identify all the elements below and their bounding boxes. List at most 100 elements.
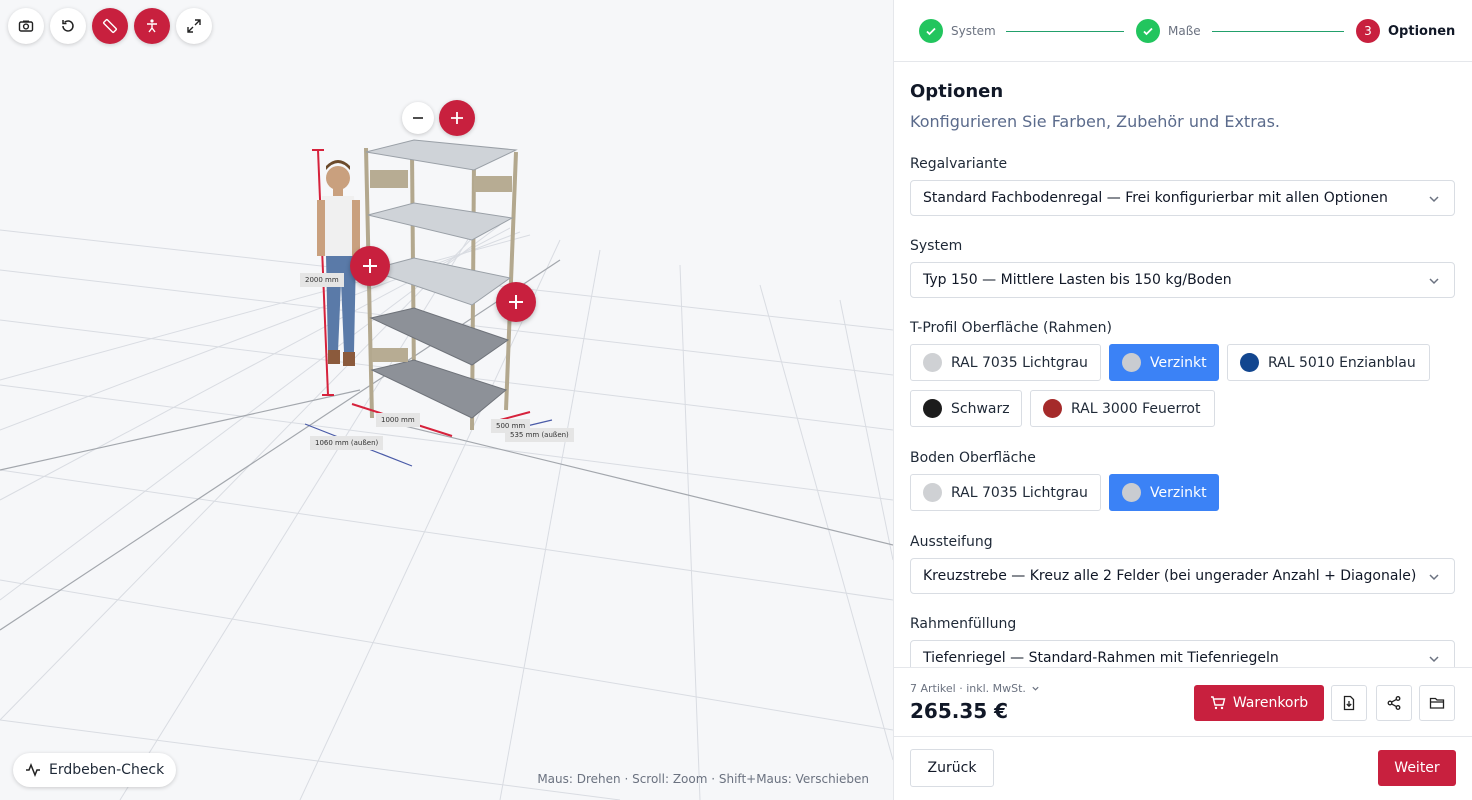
frame-surface-label: T-Profil Oberfläche (Rahmen) bbox=[910, 320, 1112, 336]
color-swatch bbox=[1240, 353, 1259, 372]
add-section-right-button[interactable] bbox=[496, 282, 536, 322]
reset-view-button[interactable] bbox=[50, 8, 86, 44]
next-button[interactable]: Weiter bbox=[1378, 750, 1456, 786]
color-swatch bbox=[923, 399, 942, 418]
file-download-icon bbox=[1343, 695, 1355, 711]
articles-toggle[interactable]: 7 Artikel · inkl. MwSt. bbox=[910, 682, 1040, 695]
variant-label: Regalvariante bbox=[910, 156, 1008, 172]
step-connector bbox=[1212, 31, 1344, 32]
frame-fill-label: Rahmenfüllung bbox=[910, 616, 1017, 632]
share-icon bbox=[1387, 696, 1401, 710]
activity-icon bbox=[26, 762, 40, 778]
stepper: System Maße 3 Optionen bbox=[894, 0, 1472, 62]
minus-icon bbox=[413, 117, 423, 119]
frame-color-ral7035[interactable]: RAL 7035 Lichtgrau bbox=[910, 344, 1101, 381]
step-connector bbox=[1006, 31, 1124, 32]
step-number: 3 bbox=[1356, 19, 1380, 43]
reset-icon bbox=[62, 20, 74, 32]
ruler-icon bbox=[102, 18, 118, 34]
height-label: 2000 mm bbox=[300, 273, 344, 287]
section-title: Optionen bbox=[910, 81, 1004, 102]
bracing-label: Aussteifung bbox=[910, 534, 993, 550]
shelf-color-verzinkt[interactable]: Verzinkt bbox=[1109, 474, 1219, 511]
section-subtitle: Konfigurieren Sie Farben, Zubehör und Ex… bbox=[910, 112, 1280, 131]
person-toggle-button[interactable] bbox=[134, 8, 170, 44]
configurator-panel: System Maße 3 Optionen Optionen Konfigur… bbox=[893, 0, 1472, 800]
variant-value: Standard Fachbodenregal — Frei konfiguri… bbox=[923, 190, 1388, 206]
floor-grid bbox=[0, 219, 893, 800]
fullscreen-icon bbox=[187, 19, 201, 33]
controls-hint: Maus: Drehen · Scroll: Zoom · Shift+Maus… bbox=[537, 772, 869, 786]
color-swatch bbox=[1122, 483, 1141, 502]
step-label: Maße bbox=[1168, 24, 1201, 38]
chevron-down-icon bbox=[1429, 656, 1439, 663]
chip-label: RAL 5010 Enzianblau bbox=[1268, 354, 1416, 371]
earthquake-check-button[interactable]: Erdbeben-Check bbox=[13, 753, 177, 787]
chip-label: RAL 7035 Lichtgrau bbox=[951, 484, 1088, 501]
back-button[interactable]: Zurück bbox=[910, 749, 994, 787]
share-button[interactable] bbox=[1376, 685, 1412, 721]
chevron-down-icon bbox=[1429, 574, 1439, 581]
outer-depth-label: 535 mm (außen) bbox=[505, 428, 574, 442]
system-select[interactable]: Typ 150 — Mittlere Lasten bis 150 kg/Bod… bbox=[910, 262, 1455, 298]
articles-summary: 7 Artikel · inkl. MwSt. bbox=[910, 682, 1026, 695]
chip-label: Verzinkt bbox=[1150, 484, 1207, 501]
outer-width-label: 1060 mm (außen) bbox=[310, 436, 384, 450]
plus-icon bbox=[363, 259, 377, 273]
check-icon bbox=[1136, 19, 1160, 43]
add-row-button[interactable] bbox=[439, 100, 475, 136]
color-swatch bbox=[1122, 353, 1141, 372]
shelf-surface-label: Boden Oberfläche bbox=[910, 450, 1036, 466]
color-swatch bbox=[923, 353, 942, 372]
shelf-color-ral7035[interactable]: RAL 7035 Lichtgrau bbox=[910, 474, 1101, 511]
add-to-cart-button[interactable]: Warenkorb bbox=[1194, 685, 1324, 721]
3d-viewport[interactable]: 2000 mm 1000 mm 1060 mm (außen) 500 mm 5… bbox=[0, 0, 893, 800]
frame-color-ral3000[interactable]: RAL 3000 Feuerrot bbox=[1030, 390, 1215, 427]
bracing-value: Kreuzstrebe — Kreuz alle 2 Felder (bei u… bbox=[923, 568, 1417, 584]
system-value: Typ 150 — Mittlere Lasten bis 150 kg/Bod… bbox=[923, 272, 1232, 288]
shelving-unit-3d bbox=[364, 139, 518, 431]
step-label: Optionen bbox=[1388, 23, 1456, 39]
system-label: System bbox=[910, 238, 963, 254]
chip-label: RAL 3000 Feuerrot bbox=[1071, 400, 1201, 417]
fullscreen-button[interactable] bbox=[176, 8, 212, 44]
check-icon bbox=[919, 19, 943, 43]
camera-icon bbox=[18, 20, 34, 32]
bracing-select[interactable]: Kreuzstrebe — Kreuz alle 2 Felder (bei u… bbox=[910, 558, 1455, 594]
plus-icon bbox=[509, 295, 523, 309]
measure-toggle-button[interactable] bbox=[92, 8, 128, 44]
color-swatch bbox=[1043, 399, 1062, 418]
frame-color-schwarz[interactable]: Schwarz bbox=[910, 390, 1022, 427]
frame-fill-value: Tiefenriegel — Standard-Rahmen mit Tiefe… bbox=[923, 650, 1279, 666]
cart-label: Warenkorb bbox=[1232, 695, 1309, 711]
step-system[interactable]: System bbox=[919, 19, 996, 43]
variant-select[interactable]: Standard Fachbodenregal — Frei konfiguri… bbox=[910, 180, 1455, 216]
open-configuration-button[interactable] bbox=[1419, 685, 1455, 721]
chevron-down-icon bbox=[1032, 686, 1039, 691]
frame-fill-select[interactable]: Tiefenriegel — Standard-Rahmen mit Tiefe… bbox=[910, 640, 1455, 667]
total-price: 265.35 € bbox=[910, 699, 1009, 723]
add-section-left-button[interactable] bbox=[350, 246, 390, 286]
plus-icon bbox=[451, 112, 463, 124]
chip-label: RAL 7035 Lichtgrau bbox=[951, 354, 1088, 371]
cart-icon bbox=[1210, 696, 1226, 710]
remove-row-button[interactable] bbox=[402, 102, 434, 134]
download-pdf-button[interactable] bbox=[1331, 685, 1367, 721]
chip-label: Schwarz bbox=[951, 400, 1010, 417]
step-dimensions[interactable]: Maße bbox=[1136, 19, 1201, 43]
chip-label: Verzinkt bbox=[1150, 354, 1207, 371]
chevron-down-icon bbox=[1429, 196, 1439, 203]
screenshot-button[interactable] bbox=[8, 8, 44, 44]
inner-width-label: 1000 mm bbox=[376, 413, 420, 427]
color-swatch bbox=[923, 483, 942, 502]
step-options[interactable]: 3 Optionen bbox=[1356, 19, 1455, 43]
options-form: Optionen Konfigurieren Sie Farben, Zubeh… bbox=[894, 63, 1472, 667]
price-bar: 7 Artikel · inkl. MwSt. 265.35 € Warenko… bbox=[894, 667, 1472, 737]
frame-color-ral5010[interactable]: RAL 5010 Enzianblau bbox=[1227, 344, 1430, 381]
frame-color-verzinkt[interactable]: Verzinkt bbox=[1109, 344, 1219, 381]
person-icon bbox=[147, 19, 157, 33]
earthquake-check-label: Erdbeben-Check bbox=[49, 762, 165, 778]
chevron-down-icon bbox=[1429, 278, 1439, 285]
folder-icon bbox=[1429, 697, 1445, 709]
step-label: System bbox=[951, 24, 996, 38]
